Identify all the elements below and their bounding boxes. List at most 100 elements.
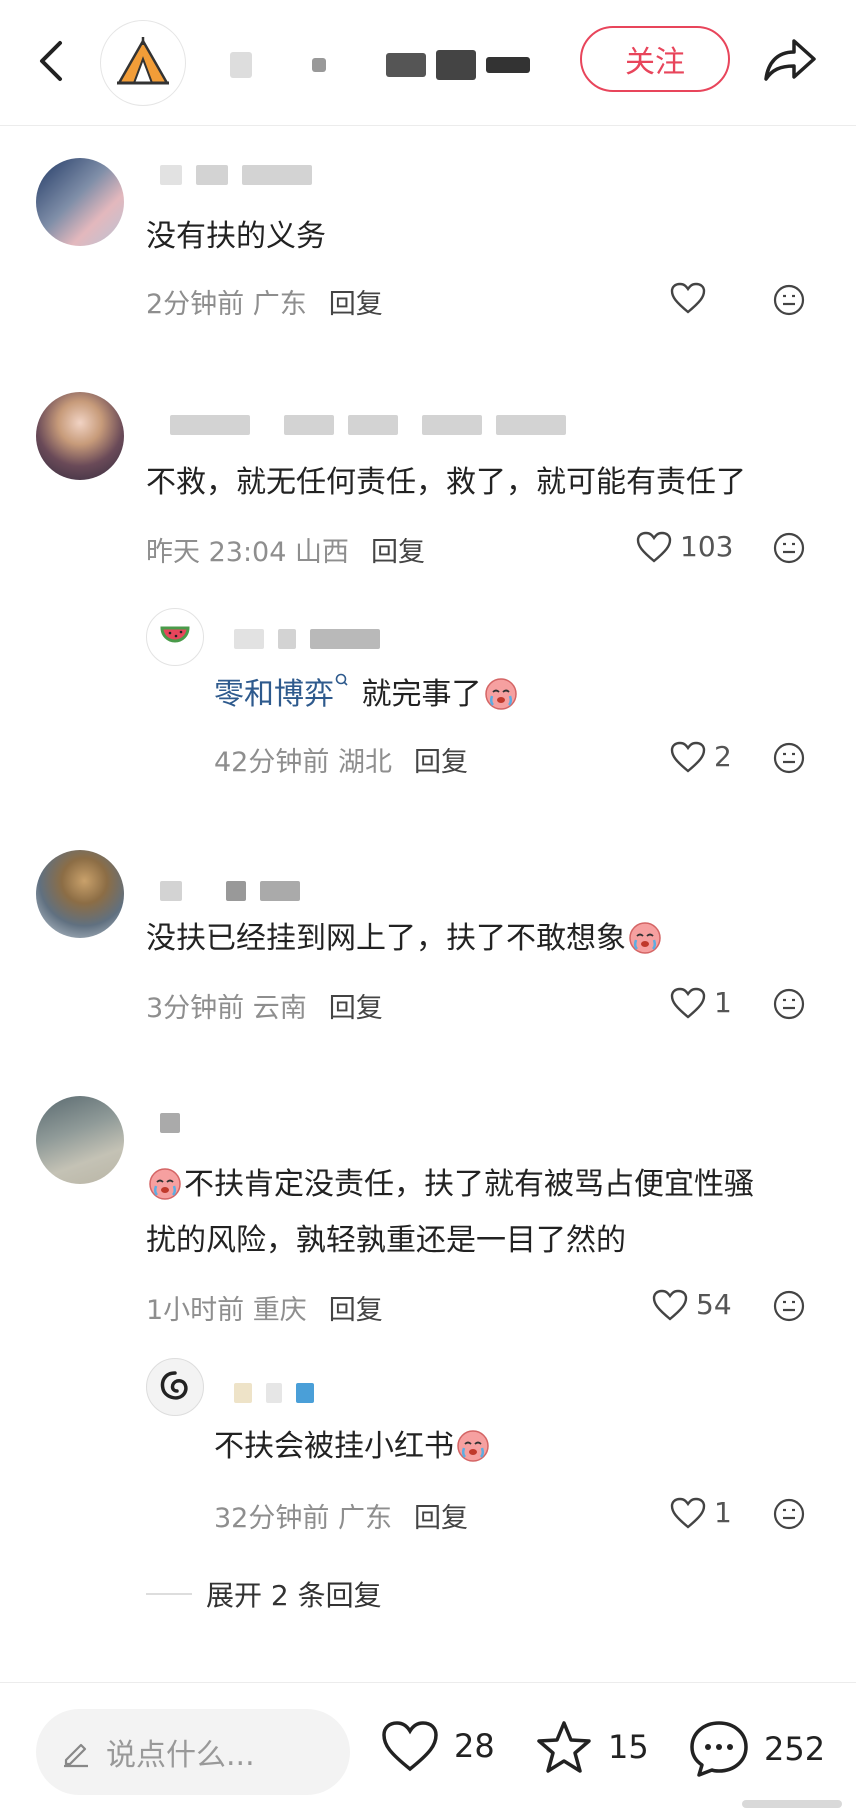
comment-time: 3分钟前 xyxy=(146,993,245,1024)
comment-location: 云南 xyxy=(252,993,307,1024)
collect-button[interactable]: 15 xyxy=(534,1719,649,1775)
comment-text: 零和博弈 就完事了 xyxy=(214,670,520,720)
neutral-face-icon[interactable] xyxy=(772,1289,806,1323)
watermark-bar xyxy=(742,1800,842,1808)
like-count: 2 xyxy=(714,740,732,773)
like-post-button[interactable]: 28 xyxy=(380,1719,495,1773)
comment-meta: 昨天 23:04 山西 回复 xyxy=(146,530,425,569)
mention-link[interactable]: 零和博弈 xyxy=(214,677,334,712)
like-count: 1 xyxy=(714,1496,732,1529)
avatar[interactable] xyxy=(36,850,124,938)
reply-button[interactable]: 回复 xyxy=(329,282,383,321)
comment-location: 湖北 xyxy=(337,747,392,778)
reply-button[interactable]: 回复 xyxy=(329,1288,383,1327)
comment-meta: 1小时前 重庆 回复 xyxy=(146,1288,383,1327)
tent-logo-icon xyxy=(116,37,170,85)
like-button[interactable] xyxy=(670,282,714,314)
username-blurred xyxy=(160,164,312,186)
chat-bubble-icon xyxy=(690,1721,748,1777)
author-name-blurred xyxy=(230,50,530,80)
like-count: 1 xyxy=(714,986,732,1019)
comment-meta: 3分钟前 云南 回复 xyxy=(146,986,383,1025)
like-count: 28 xyxy=(454,1727,495,1765)
reply-button[interactable]: 回复 xyxy=(414,740,468,779)
username-blurred xyxy=(234,1382,314,1404)
username-blurred xyxy=(234,628,380,650)
username-blurred xyxy=(160,880,300,902)
author-avatar[interactable] xyxy=(100,20,186,106)
reply-button[interactable]: 回复 xyxy=(414,1496,468,1535)
comment-input-placeholder: 说点什么... xyxy=(106,1738,255,1773)
comment-text: 不扶肯定没责任，扶了就有被骂占便宜性骚 xyxy=(146,1160,754,1210)
back-button[interactable] xyxy=(30,36,70,86)
crying-face-icon xyxy=(629,922,661,954)
heart-icon xyxy=(670,1497,706,1529)
crying-face-icon xyxy=(457,1430,489,1462)
share-arrow-icon xyxy=(764,39,816,81)
avatar[interactable] xyxy=(36,392,124,480)
chevron-left-icon xyxy=(40,41,62,81)
heart-icon xyxy=(652,1289,688,1321)
reply-button[interactable]: 回复 xyxy=(329,986,383,1025)
neutral-face-icon[interactable] xyxy=(772,283,806,317)
comment-time: 2分钟前 xyxy=(146,289,245,320)
comment-meta: 32分钟前 广东 回复 xyxy=(214,1496,468,1535)
comment-text: 扰的风险，孰轻孰重还是一目了然的 xyxy=(146,1223,626,1258)
comment-count: 252 xyxy=(764,1730,826,1768)
comment-input[interactable]: 说点什么... xyxy=(36,1709,350,1795)
watermelon-icon xyxy=(160,626,190,643)
like-button[interactable]: 1 xyxy=(670,986,732,1019)
crying-face-icon xyxy=(484,678,517,710)
comment-time: 32分钟前 xyxy=(214,1503,330,1534)
reply-text: 不扶会被挂小红书 xyxy=(214,1429,454,1464)
heart-icon xyxy=(670,741,706,773)
like-count: 103 xyxy=(680,530,734,563)
comments-button[interactable]: 252 xyxy=(688,1719,825,1779)
like-count: 54 xyxy=(696,1288,732,1321)
comment-meta: 42分钟前 湖北 回复 xyxy=(214,740,468,779)
username-blurred xyxy=(170,414,566,436)
avatar[interactable] xyxy=(36,158,124,246)
comment-location: 广东 xyxy=(337,1503,392,1534)
comment-text: 没扶已经挂到网上了，扶了不敢想象 xyxy=(146,914,664,964)
avatar[interactable] xyxy=(146,608,204,666)
neutral-face-icon[interactable] xyxy=(772,741,806,775)
follow-button[interactable]: 关注 xyxy=(580,26,730,92)
neutral-face-icon[interactable] xyxy=(772,531,806,565)
comment-time: 1小时前 xyxy=(146,1295,245,1326)
search-small-icon xyxy=(335,673,348,686)
crying-face-icon xyxy=(149,1168,181,1200)
comment-text-line1: 不扶肯定没责任，扶了就有被骂占便宜性骚 xyxy=(184,1167,754,1202)
like-button[interactable]: 54 xyxy=(652,1288,732,1321)
like-button[interactable]: 2 xyxy=(670,740,732,773)
neutral-face-icon[interactable] xyxy=(772,1497,806,1531)
heart-icon xyxy=(636,531,672,563)
top-bar: 关注 xyxy=(0,0,856,126)
divider xyxy=(146,1593,192,1595)
pencil-icon xyxy=(64,1743,88,1768)
heart-icon xyxy=(382,1721,438,1772)
reply-button[interactable]: 回复 xyxy=(371,530,425,569)
avatar[interactable] xyxy=(146,1358,204,1416)
comment-time: 昨天 23:04 xyxy=(146,537,287,568)
share-button[interactable] xyxy=(758,32,822,88)
neutral-face-icon[interactable] xyxy=(772,987,806,1021)
star-count: 15 xyxy=(608,1728,649,1766)
comment-text: 不救，就无任何责任，救了，就可能有责任了 xyxy=(146,465,746,500)
heart-icon xyxy=(670,987,706,1019)
like-button[interactable]: 103 xyxy=(636,530,733,563)
comment-text: 没有扶的义务 xyxy=(146,219,326,254)
comment-text-content: 没扶已经挂到网上了，扶了不敢想象 xyxy=(146,921,626,956)
comment-meta: 2分钟前 广东 回复 xyxy=(146,282,383,321)
reply-text: 就完事了 xyxy=(361,677,482,712)
comment-text: 不扶会被挂小红书 xyxy=(214,1422,492,1472)
heart-icon xyxy=(670,282,706,314)
like-button[interactable]: 1 xyxy=(670,1496,732,1529)
avatar[interactable] xyxy=(36,1096,124,1184)
comment-location: 广东 xyxy=(252,289,307,320)
swirl-logo-icon xyxy=(160,1371,188,1400)
comment-location: 山西 xyxy=(295,537,349,568)
expand-replies-button[interactable]: 展开 2 条回复 xyxy=(146,1574,382,1614)
star-icon xyxy=(537,1721,591,1773)
comment-time: 42分钟前 xyxy=(214,747,330,778)
